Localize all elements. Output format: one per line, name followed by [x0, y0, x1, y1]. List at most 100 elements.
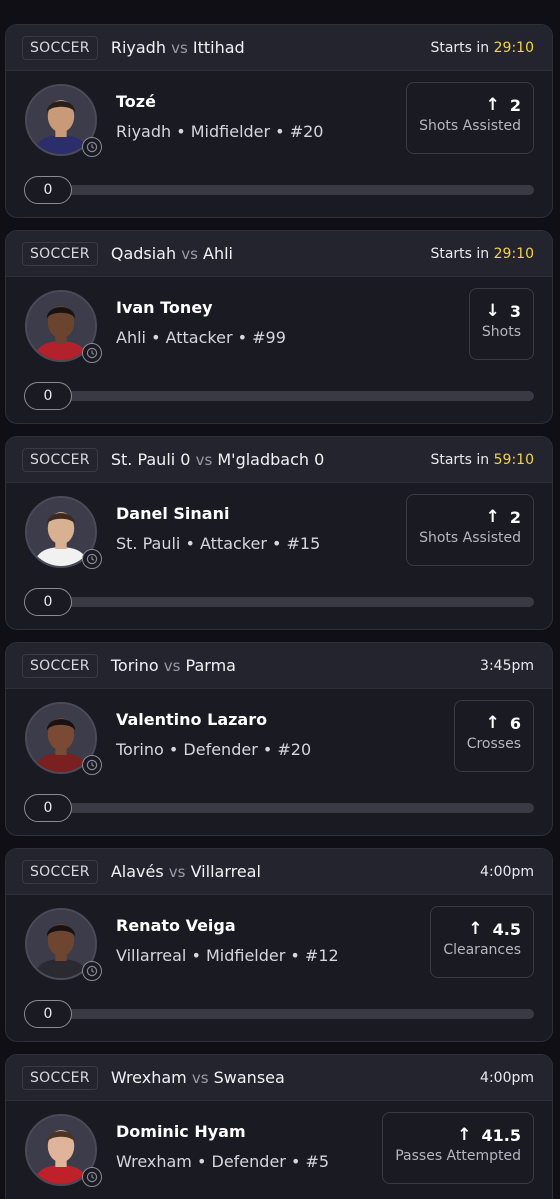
- player-info: Villarreal • Midfielder • #12: [116, 946, 339, 965]
- start-time-value: 29:10: [493, 245, 534, 262]
- match-header: SOCCER Torino vs Parma 3:45pm: [6, 643, 552, 689]
- player-name: Renato Veiga: [116, 916, 236, 935]
- vs-label: vs: [195, 451, 213, 469]
- picks-list: SOCCER Riyadh vs Ittihad Starts in 29:10: [0, 0, 560, 1199]
- vs-label: vs: [181, 245, 198, 263]
- prop-card[interactable]: SOCCER Wrexham vs Swansea 4:00pm Dominic…: [5, 1054, 553, 1199]
- stat-pick-button[interactable]: ↑ 2 Shots Assisted: [406, 494, 534, 566]
- away-team: Villarreal: [190, 862, 261, 881]
- match-header: SOCCER Riyadh vs Ittihad Starts in 29:10: [6, 25, 552, 71]
- prop-card[interactable]: SOCCER Torino vs Parma 3:45pm Valentino …: [5, 642, 553, 836]
- stat-value: 41.5: [481, 1125, 521, 1145]
- matchup: Alavés vs Villarreal: [111, 862, 480, 881]
- card-body: Tozé Riyadh • Midfielder • #20 ↑ 2 Shots…: [6, 71, 552, 217]
- player-info: St. Pauli • Attacker • #15: [116, 534, 321, 553]
- player-name: Valentino Lazaro: [116, 710, 268, 729]
- clock-icon: [82, 961, 102, 981]
- home-team: Wrexham: [110, 1068, 187, 1087]
- card-body: Valentino Lazaro Torino • Defender • #20…: [6, 689, 552, 835]
- away-team: Ittihad: [192, 38, 245, 57]
- stat-line: ↑ 4.5: [443, 919, 521, 939]
- prop-card[interactable]: SOCCER Qadsiah vs Ahli Starts in 29:10 I…: [5, 230, 553, 424]
- player-name: Tozé: [116, 92, 156, 111]
- vs-label: vs: [171, 39, 188, 57]
- stat-value: 3: [509, 301, 521, 321]
- matchup: Qadsiah vs Ahli: [111, 244, 431, 263]
- stat-pick-button[interactable]: ↑ 4.5 Clearances: [430, 906, 534, 978]
- stat-line: ↑ 41.5: [395, 1125, 521, 1145]
- stat-label: Passes Attempted: [395, 1148, 521, 1164]
- progress-track: [34, 1009, 534, 1019]
- away-team: Swansea: [213, 1068, 285, 1087]
- card-body: Ivan Toney Ahli • Attacker • #99 ↓ 3 Sho…: [6, 277, 552, 423]
- prop-card[interactable]: SOCCER Alavés vs Villarreal 4:00pm Renat…: [5, 848, 553, 1042]
- progress-track: [34, 391, 534, 401]
- vs-label: vs: [191, 1069, 209, 1087]
- start-time: Starts in 29:10: [430, 246, 534, 262]
- sport-tag: SOCCER: [22, 35, 98, 60]
- stat-label: Clearances: [443, 942, 521, 958]
- stat-pick-button[interactable]: ↑ 6 Crosses: [453, 700, 534, 772]
- player-info: Riyadh • Midfielder • #20: [116, 122, 324, 141]
- stat-value: 4.5: [492, 919, 521, 939]
- player-name: Danel Sinani: [116, 504, 230, 523]
- stat-line: ↑ 6: [467, 713, 521, 733]
- direction-arrow-icon: ↑: [485, 713, 500, 733]
- stat-line: ↑ 2: [419, 95, 521, 115]
- start-time-value: 3:45pm: [480, 657, 534, 674]
- sport-tag: SOCCER: [22, 653, 98, 678]
- progress-value: 0: [24, 382, 72, 410]
- stat-label: Shots Assisted: [419, 118, 521, 134]
- sport-tag: SOCCER: [22, 241, 98, 266]
- match-header: SOCCER St. Pauli 0 vs M'gladbach 0 Start…: [6, 437, 552, 483]
- stat-pick-button[interactable]: ↓ 3 Shots: [468, 288, 534, 360]
- start-prefix: Starts in: [430, 39, 490, 56]
- progress-value: 0: [24, 794, 72, 822]
- home-team: Torino: [110, 656, 159, 675]
- stat-line: ↑ 2: [419, 507, 521, 527]
- progress-bar: 0: [24, 588, 534, 616]
- direction-arrow-icon: ↓: [485, 301, 500, 321]
- progress-value: 0: [24, 1000, 72, 1028]
- progress-bar: 0: [24, 1000, 534, 1028]
- clock-icon: [82, 343, 102, 363]
- player-info: Wrexham • Defender • #5: [116, 1152, 330, 1171]
- start-time: 4:00pm: [480, 1070, 534, 1086]
- matchup: Torino vs Parma: [111, 656, 480, 675]
- home-team: Qadsiah: [110, 244, 177, 263]
- progress-value: 0: [24, 176, 72, 204]
- prop-card[interactable]: SOCCER Riyadh vs Ittihad Starts in 29:10: [5, 24, 553, 218]
- match-header: SOCCER Wrexham vs Swansea 4:00pm: [6, 1055, 552, 1101]
- stat-pick-button[interactable]: ↑ 2 Shots Assisted: [406, 82, 534, 154]
- away-team: Ahli: [203, 244, 233, 263]
- matchup: St. Pauli 0 vs M'gladbach 0: [111, 450, 431, 469]
- progress-bar: 0: [24, 794, 534, 822]
- start-time-value: 59:10: [493, 451, 534, 468]
- player-name: Ivan Toney: [116, 298, 213, 317]
- stat-label: Shots: [481, 324, 521, 340]
- progress-track: [34, 185, 534, 195]
- direction-arrow-icon: ↑: [457, 1125, 472, 1145]
- clock-icon: [82, 755, 102, 775]
- start-time: Starts in 29:10: [430, 40, 534, 56]
- prop-card[interactable]: SOCCER St. Pauli 0 vs M'gladbach 0 Start…: [5, 436, 553, 630]
- vs-label: vs: [168, 863, 186, 881]
- start-time: Starts in 59:10: [430, 452, 534, 468]
- clock-icon: [82, 137, 102, 157]
- stat-label: Crosses: [466, 736, 521, 752]
- progress-bar: 0: [24, 176, 534, 204]
- direction-arrow-icon: ↑: [468, 919, 483, 939]
- matchup: Wrexham vs Swansea: [111, 1068, 480, 1087]
- away-score: 0: [309, 450, 325, 469]
- sport-tag: SOCCER: [22, 1065, 98, 1090]
- away-team: Parma: [185, 656, 236, 675]
- stat-value: 2: [509, 95, 521, 115]
- match-header: SOCCER Qadsiah vs Ahli Starts in 29:10: [6, 231, 552, 277]
- home-team: Riyadh: [110, 38, 166, 57]
- start-time: 3:45pm: [480, 658, 534, 674]
- away-team: M'gladbach: [217, 450, 310, 469]
- progress-track: [34, 803, 534, 813]
- start-time-value: 29:10: [493, 39, 534, 56]
- sport-tag: SOCCER: [22, 447, 98, 472]
- stat-pick-button[interactable]: ↑ 41.5 Passes Attempted: [382, 1112, 534, 1184]
